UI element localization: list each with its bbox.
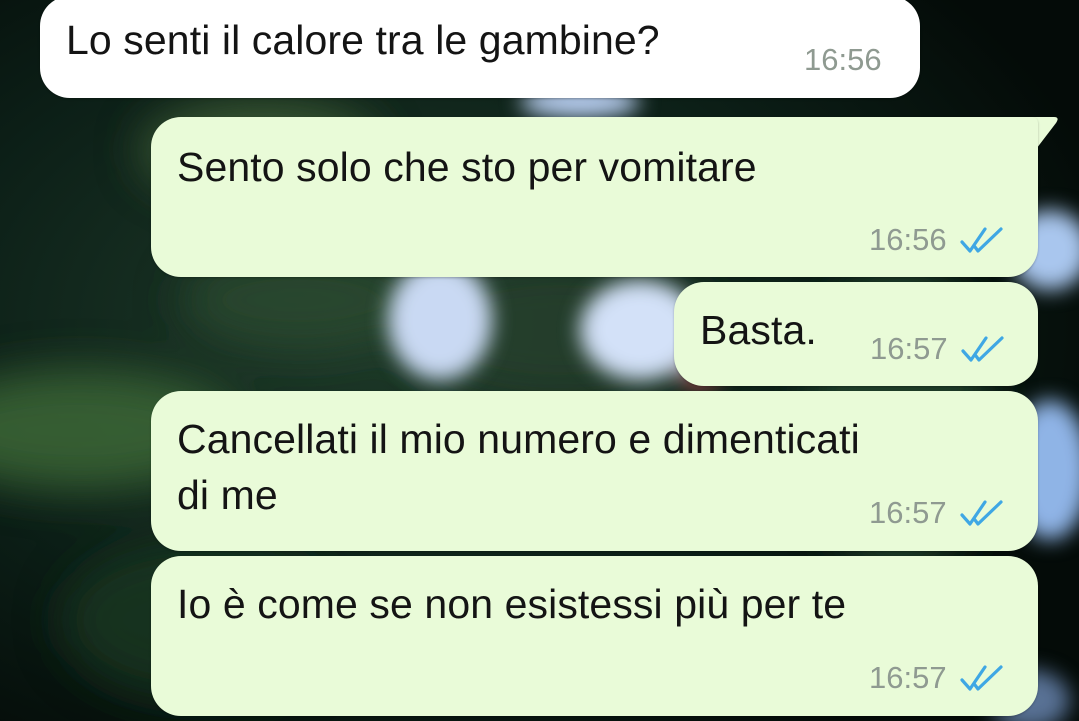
message-time: 16:57	[869, 660, 947, 695]
message-text-line-2: di me	[177, 472, 278, 518]
message-timestamp-row: 16:56	[804, 42, 882, 78]
message-bubble-outgoing[interactable]: Sento solo che sto per vomitare 16:56	[151, 117, 1038, 277]
message-timestamp-row: 16:57	[869, 660, 1005, 696]
message-timestamp-row: 16:56	[869, 222, 1005, 258]
message-bubble-outgoing[interactable]: Basta. 16:57	[674, 282, 1038, 386]
message-text: Basta.	[700, 307, 817, 353]
message-bubble-outgoing[interactable]: Cancellati il mio numero e dimenticati d…	[151, 391, 1038, 551]
double-check-read-icon	[959, 500, 1003, 526]
chat-screen: { "chat": { "accent_incoming": "#ffffff"…	[0, 0, 1079, 721]
message-text: Lo senti il calore tra le gambine?	[66, 17, 660, 63]
message-time: 16:57	[870, 331, 948, 366]
message-bubble-incoming[interactable]: Lo senti il calore tra le gambine? 16:56	[40, 0, 920, 98]
double-check-read-icon	[959, 665, 1003, 691]
double-check-read-icon	[960, 336, 1004, 362]
message-text: Sento solo che sto per vomitare	[177, 144, 757, 190]
message-text: Io è come se non esistessi più per te	[177, 581, 847, 627]
message-time: 16:56	[804, 42, 882, 77]
message-text-line-1: Cancellati il mio numero e dimenticati	[177, 416, 860, 462]
message-timestamp-row: 16:57	[870, 331, 1006, 367]
message-time: 16:56	[869, 222, 947, 257]
message-bubble-outgoing[interactable]: Io è come se non esistessi più per te 16…	[151, 556, 1038, 716]
message-timestamp-row: 16:57	[869, 495, 1005, 531]
double-check-read-icon	[959, 227, 1003, 253]
message-time: 16:57	[869, 495, 947, 530]
